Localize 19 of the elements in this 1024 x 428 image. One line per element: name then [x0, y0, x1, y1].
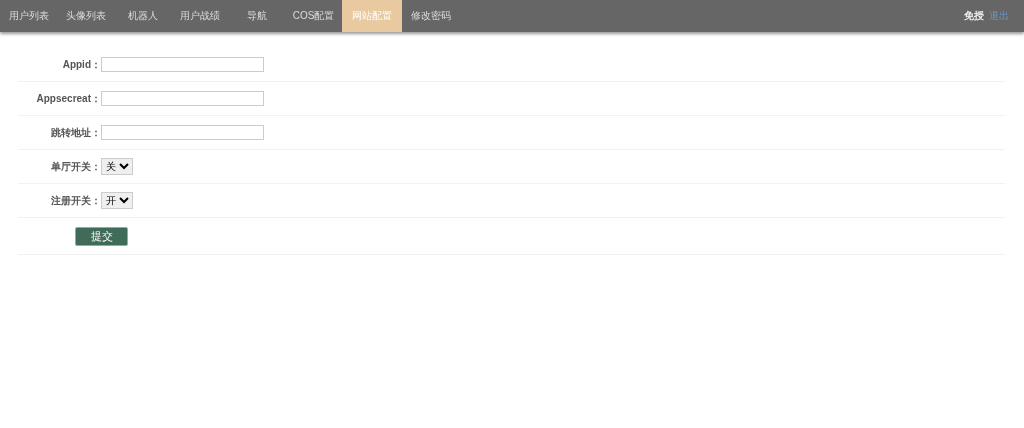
nav-tab[interactable]: 机器人 [114, 0, 171, 32]
input-field[interactable] [101, 91, 264, 106]
toggle-dropdown[interactable]: 开 [101, 192, 133, 209]
field-label: 注册开关： [50, 193, 101, 208]
input-field[interactable] [101, 57, 264, 72]
field-label: Appsecreat： [35, 91, 101, 106]
username: 免授 [964, 9, 984, 23]
nav-tab[interactable]: 用户战绩 [171, 0, 228, 32]
toggle-dropdown[interactable]: 关 [101, 158, 133, 175]
nav-tab[interactable]: 导航 [228, 0, 285, 32]
submit-button[interactable]: 提交 [75, 226, 128, 246]
field-label: 跳转地址： [50, 125, 101, 140]
field-label: Appid： [61, 57, 101, 72]
input-field[interactable] [101, 125, 264, 140]
nav-tab[interactable]: 头像列表 [57, 0, 114, 32]
field-label: 单厅开关： [50, 159, 101, 174]
nav-tab[interactable]: 用户列表 [0, 0, 57, 32]
nav-tab[interactable]: COS配置 [285, 0, 342, 32]
nav-tab[interactable]: 修改密码 [402, 0, 459, 32]
